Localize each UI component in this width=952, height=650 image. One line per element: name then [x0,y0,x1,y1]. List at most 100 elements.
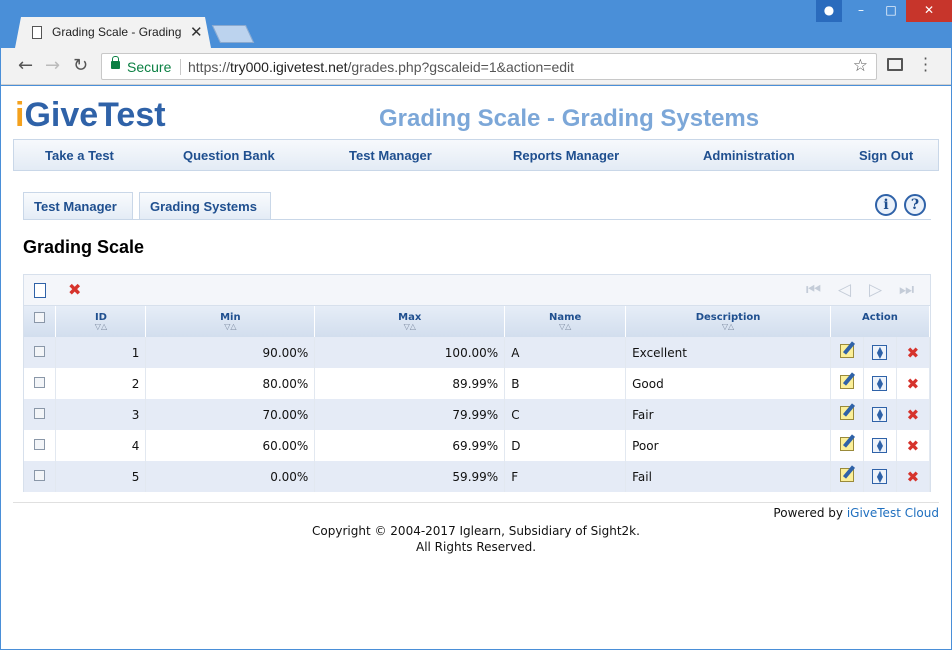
move-up-down-icon[interactable]: ▲ ▼ [872,406,888,422]
move-cell: ▲ ▼ [863,399,897,430]
menu-dots-icon[interactable]: · · · [923,51,928,79]
browser-tab[interactable]: Grading Scale - Grading Systems ✕ [15,17,211,48]
powered-by: Powered by iGiveTest Cloud [773,506,939,520]
row-checkbox-cell [24,337,57,368]
page-icon [32,26,42,39]
sort-icon[interactable]: ▽△ [626,323,830,331]
last-page-icon[interactable]: ⏭ [891,280,922,300]
select-all-checkbox[interactable] [34,312,46,323]
sort-icon[interactable]: ▽△ [56,323,145,331]
tab-close-icon[interactable]: ✕ [190,23,203,41]
nav-reports-manager[interactable]: Reports Manager [513,148,619,163]
sort-icon[interactable]: ▽△ [146,323,314,331]
row-checkbox-cell [24,399,57,430]
secure-label: Secure [127,59,172,75]
info-icon[interactable]: i [875,194,897,216]
delete-cell: ✖ [896,337,931,368]
minimize-icon[interactable]: – [846,0,876,22]
new-tab-button[interactable] [211,25,255,43]
nav-question-bank[interactable]: Question Bank [183,148,275,163]
row-checkbox[interactable] [34,376,46,388]
address-bar[interactable]: Secure https://try000.igivetest.net/grad… [101,53,877,80]
cell-description: Excellent [625,337,831,368]
cell-max: 79.99% [314,399,506,430]
delete-row-icon[interactable]: ✖ [907,406,920,424]
logo-text: GiveTest [24,96,166,134]
cell-min: 90.00% [145,337,316,368]
edit-icon[interactable] [839,344,854,358]
copyright-line: Copyright © 2004-2017 Iglearn, Subsidiar… [312,524,640,538]
delete-selected-icon[interactable]: ✖ [68,280,81,299]
row-checkbox[interactable] [34,438,46,450]
cell-id: 4 [55,430,147,461]
edit-icon[interactable] [839,406,854,420]
page-title: Grading Scale - Grading Systems [379,105,760,132]
bookmark-star-icon[interactable]: ☆ [853,56,868,76]
new-document-icon[interactable] [34,283,46,298]
cell-id: 1 [55,337,147,368]
cell-min: 0.00% [145,461,316,492]
back-arrow-icon[interactable]: ← [18,55,33,76]
cell-min: 70.00% [145,399,316,430]
edit-icon[interactable] [839,375,854,389]
close-window-icon[interactable]: ✕ [906,0,952,22]
igivetest-logo[interactable]: iGiveTest [15,96,166,135]
nav-administration[interactable]: Administration [703,148,795,163]
page-content: iGiveTest Grading Scale - Grading System… [1,86,951,649]
edit-icon[interactable] [839,437,854,451]
delete-cell: ✖ [896,368,931,399]
cell-name: F [504,461,627,492]
move-cell: ▲ ▼ [863,430,897,461]
delete-row-icon[interactable]: ✖ [907,437,920,455]
header-min[interactable]: Min ▽△ [145,306,316,337]
next-page-icon[interactable]: ▷ [860,280,891,300]
delete-cell: ✖ [896,399,931,430]
nav-take-a-test[interactable]: Take a Test [45,148,114,163]
forward-arrow-icon[interactable]: → [45,55,60,76]
move-up-down-icon[interactable]: ▲ ▼ [872,437,888,453]
delete-row-icon[interactable]: ✖ [907,468,920,486]
first-page-icon[interactable]: ⏮ [798,280,829,300]
cell-max: 89.99% [314,368,506,399]
nav-sign-out[interactable]: Sign Out [859,148,913,163]
cell-max: 69.99% [314,430,506,461]
row-checkbox[interactable] [34,407,46,419]
cell-id: 3 [55,399,147,430]
tab-grading-systems[interactable]: Grading Systems [139,192,271,219]
reload-icon[interactable]: ↻ [73,55,88,76]
help-question-icon[interactable]: ? [904,194,926,216]
section-title: Grading Scale [23,237,145,257]
sort-icon[interactable]: ▽△ [315,323,504,331]
prev-page-icon[interactable]: ◁ [829,280,860,300]
edit-icon[interactable] [839,468,854,482]
powered-by-label: Powered by [773,506,843,520]
move-up-down-icon[interactable]: ▲ ▼ [872,344,888,360]
header-description[interactable]: Description ▽△ [625,306,831,337]
sort-icon[interactable]: ▽△ [505,323,625,331]
move-up-down-icon[interactable]: ▲ ▼ [872,375,888,391]
header-max[interactable]: Max ▽△ [314,306,506,337]
header-id[interactable]: ID ▽△ [55,306,147,337]
lock-icon [111,56,120,69]
delete-row-icon[interactable]: ✖ [907,375,920,393]
nav-test-manager[interactable]: Test Manager [349,148,432,163]
delete-cell: ✖ [896,430,931,461]
move-cell: ▲ ▼ [863,337,897,368]
header-name[interactable]: Name ▽△ [504,306,627,337]
row-checkbox[interactable] [34,469,46,481]
delete-row-icon[interactable]: ✖ [907,344,920,362]
grid-toolbar: ✖ ⏮ ◁ ▷ ⏭ [24,275,930,306]
copyright: Copyright © 2004-2017 Iglearn, Subsidiar… [1,523,951,555]
tab-test-manager[interactable]: Test Manager [23,192,133,219]
move-up-down-icon[interactable]: ▲ ▼ [872,468,888,484]
main-navigation: Take a Test Question Bank Test Manager R… [13,139,939,171]
user-icon[interactable]: ● [816,0,842,22]
rights-line: All Rights Reserved. [415,540,537,554]
footer-divider [13,502,939,503]
cell-name: D [504,430,627,461]
row-checkbox[interactable] [34,345,46,357]
cast-icon[interactable] [887,58,903,71]
powered-by-link[interactable]: iGiveTest Cloud [847,506,939,520]
row-checkbox-cell [24,461,57,492]
maximize-icon[interactable]: □ [876,0,906,22]
